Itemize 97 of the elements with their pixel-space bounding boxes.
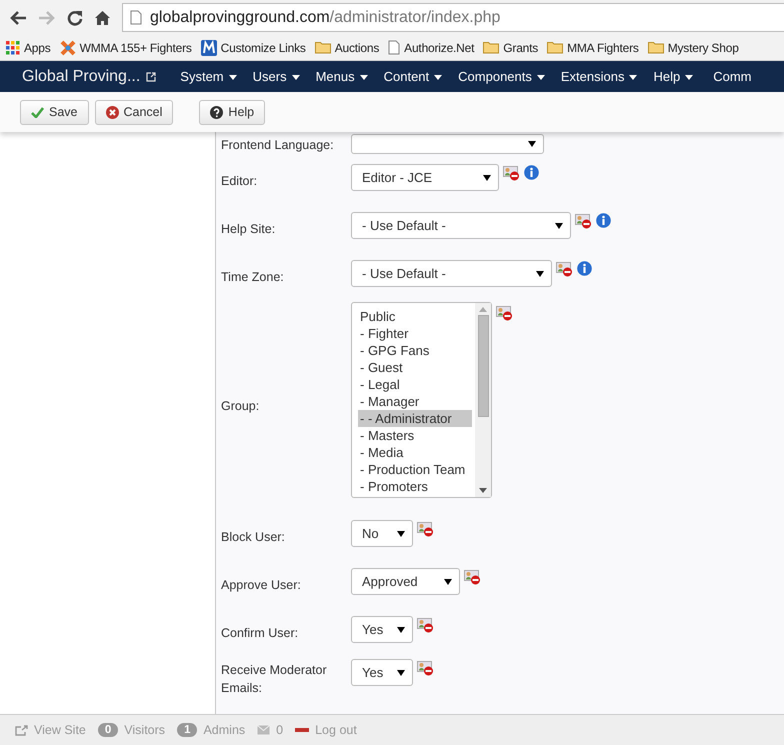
page-icon [130,10,142,25]
field-label: Block User: [221,529,286,546]
nav-menu[interactable]: Content [384,69,442,84]
nav-menu[interactable]: Menus [316,69,368,84]
list-option[interactable]: Public [358,308,475,325]
bookmark-link[interactable]: Apps [6,40,51,54]
user-reset-icon[interactable] [417,522,434,537]
user-reset-icon[interactable] [417,618,434,633]
field-label: Approve User: [221,577,302,594]
dropdown-select[interactable]: Yes [351,659,413,686]
caret-icon [483,174,491,180]
list-option[interactable]: - Fighter [358,325,475,342]
list-option[interactable]: - GPG Fans [358,342,475,359]
caret-icon [397,530,405,536]
list-option[interactable]: - Media [358,444,475,461]
bookmark-link[interactable]: WMMA 155+ Fighters [60,40,192,56]
list-option[interactable]: - Production Team [358,461,475,478]
count-badge: 1 [177,723,198,737]
folder-icon [547,41,564,54]
field-label: Receive Moderator Emails: [221,662,328,697]
bookmark-link[interactable]: Customize Links [200,40,306,56]
dropdown-select[interactable]: - Use Default - [351,260,552,287]
checkmark-icon [31,106,44,118]
field-label: Help Site: [221,221,276,238]
list-option[interactable]: - - Administrator [358,410,472,427]
dropdown-select[interactable]: Editor - JCE [351,164,499,191]
nav-menu[interactable]: Users [252,69,300,84]
nav-menu[interactable]: Extensions [560,69,638,84]
minus-icon [295,728,310,732]
list-option[interactable]: - Manager [358,393,475,410]
bookmark-link[interactable]: Mystery Shop [648,40,739,54]
bookmark-link[interactable]: Grants [483,40,538,54]
back-icon[interactable] [9,10,27,26]
scroll-thumb[interactable] [478,315,488,417]
help-icon [210,106,224,118]
dropdown-select[interactable]: Yes [351,616,413,643]
dropdown-select[interactable]: - Use Default - [351,212,571,239]
url-path: /administrator/index.php [330,8,500,26]
nav-menu[interactable]: Help [653,69,694,84]
external-link-icon [146,72,156,82]
bookmark-link[interactable]: MMA Fighters [547,40,639,54]
caret-icon [528,141,536,147]
nav-menu[interactable]: System [180,69,237,84]
info-icon[interactable] [596,213,611,228]
folder-icon [648,41,664,54]
cancel-button[interactable]: Cancel [94,100,174,124]
dropdown-select[interactable]: Approved [351,568,460,595]
url-host: globalprovingground.com [150,8,330,26]
folder-icon [483,41,500,54]
visitors-label: Visitors [124,723,166,737]
grid-icon [6,40,20,54]
field-label: Group: [221,398,260,415]
cancel-icon [106,106,118,118]
reload-icon[interactable] [67,10,83,26]
caret-icon [555,222,563,228]
info-icon[interactable] [577,261,592,276]
user-reset-icon[interactable] [556,262,573,277]
field-label: Confirm User: [221,625,300,642]
nav-menu[interactable]: Components [458,69,545,84]
field-label: Editor: [221,173,258,190]
user-reset-icon[interactable] [496,306,513,321]
save-button[interactable]: Save [20,100,88,124]
user-reset-icon[interactable] [417,661,434,676]
admins-label: Admins [203,723,246,737]
info-icon[interactable] [524,165,539,180]
user-reset-icon[interactable] [464,570,481,585]
list-option[interactable]: - Promoters [358,478,475,495]
caret-icon [397,626,405,632]
nav-menu[interactable]: Comm [713,69,752,84]
user-reset-icon[interactable] [575,214,592,229]
caret-icon [444,578,452,584]
list-option[interactable]: - Legal [358,376,475,393]
message-count: 0 [276,723,284,737]
share-icon [15,724,28,736]
home-icon[interactable] [94,10,111,26]
scroll-down-icon[interactable] [479,488,487,493]
list-option[interactable]: - Guest [358,359,475,376]
list-option[interactable]: - Masters [358,427,475,444]
scrollbar[interactable] [475,303,491,497]
page-icon [388,40,400,55]
address-bar[interactable]: globalprovingground.com/administrator/index.php [122,3,784,32]
field-label: Time Zone: [221,269,285,286]
field-label: Frontend Language: [221,137,335,154]
dropdown-select[interactable]: No [351,520,413,547]
caret-icon [397,670,405,676]
folder-icon [314,41,331,54]
bookmark-link[interactable]: Authorize.Net [388,40,474,55]
m-logo-icon [200,40,217,56]
bookmark-link[interactable]: Auctions [314,40,380,54]
envelope-icon [257,725,270,735]
caret-icon [536,270,544,276]
site-title-link[interactable]: Global Proving... [22,68,140,86]
help-button[interactable]: Help [199,100,266,124]
x-logo-icon [60,40,76,56]
group-listbox[interactable]: Public - Fighter - GPG Fans - Guest - Legal - Manager - - Administrator - Masters - Media - Production Team - Promoters [351,302,492,498]
user-reset-icon[interactable] [503,166,520,181]
count-badge: 0 [98,723,118,737]
